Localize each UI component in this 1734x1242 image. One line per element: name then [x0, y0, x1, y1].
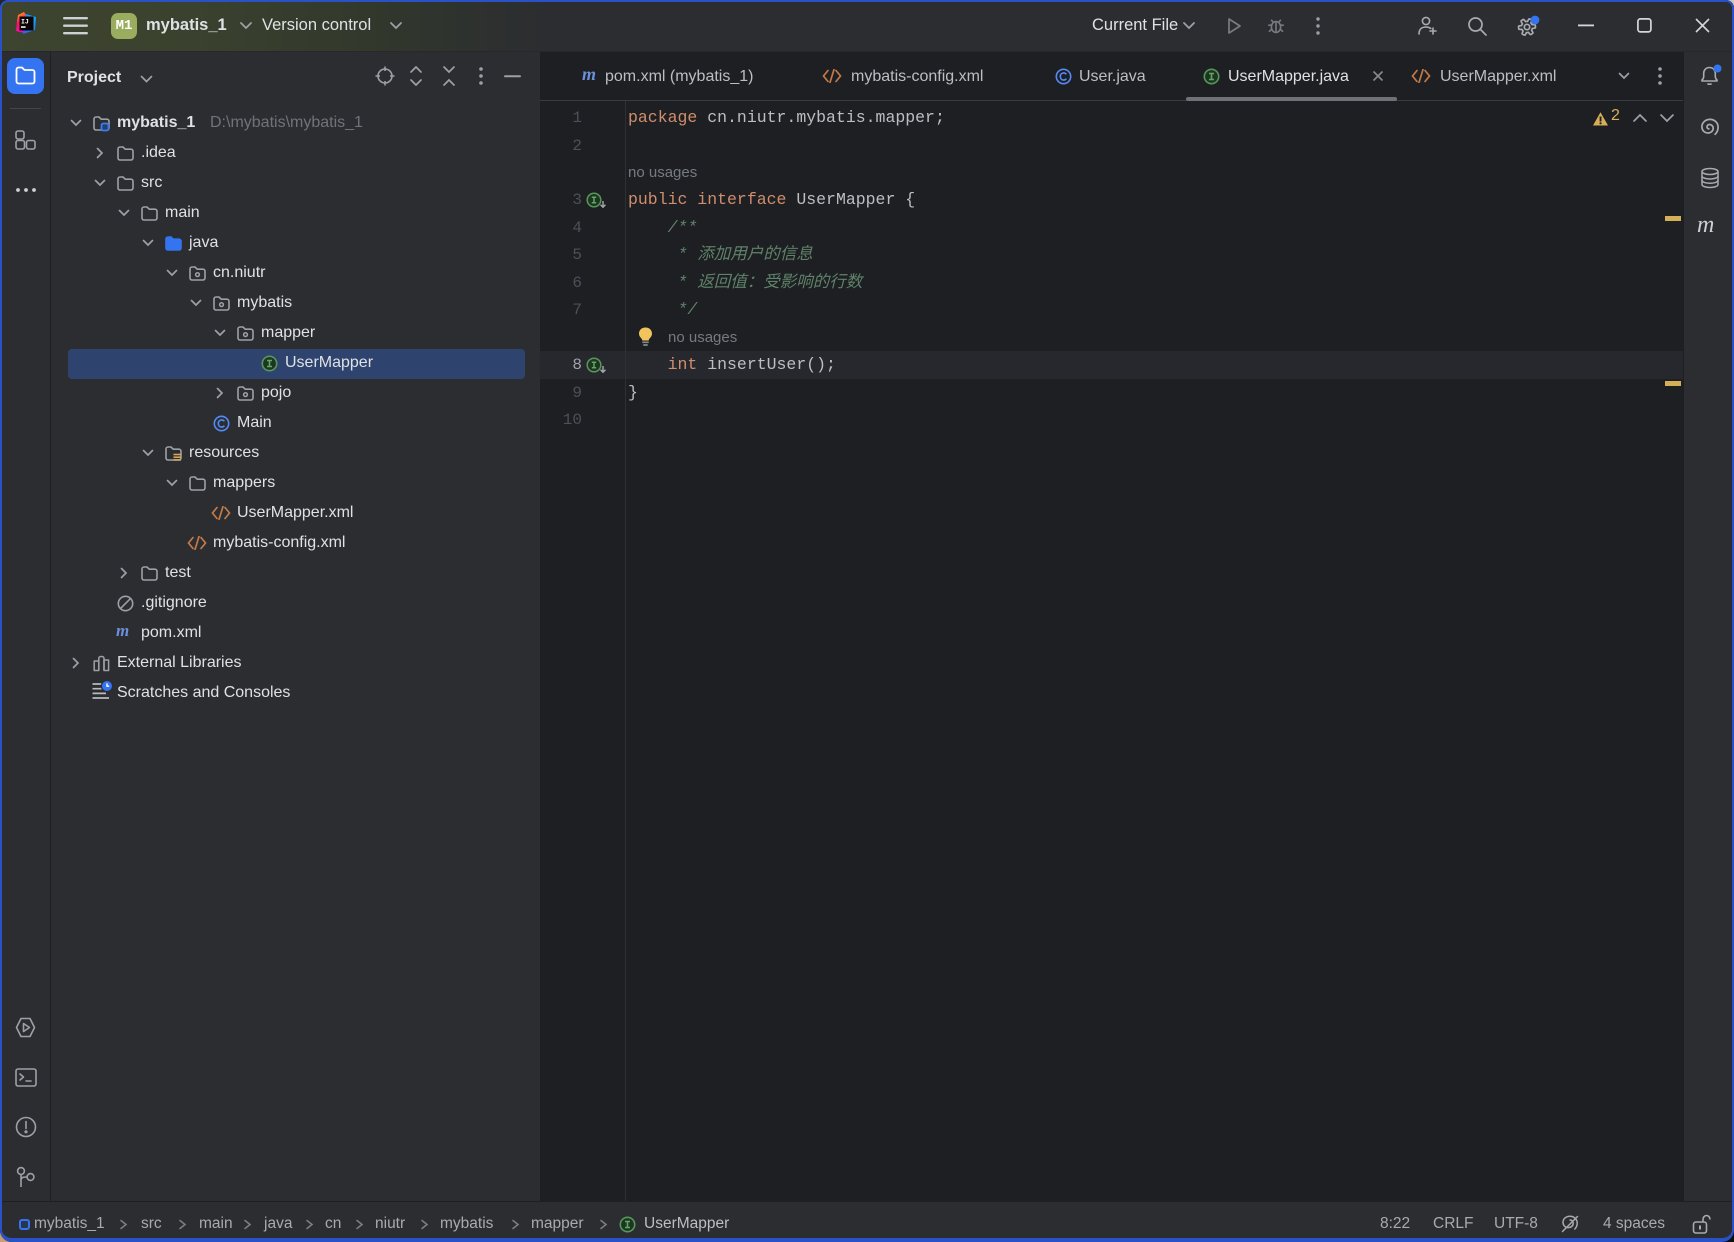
svg-text:IJ: IJ — [21, 19, 29, 26]
